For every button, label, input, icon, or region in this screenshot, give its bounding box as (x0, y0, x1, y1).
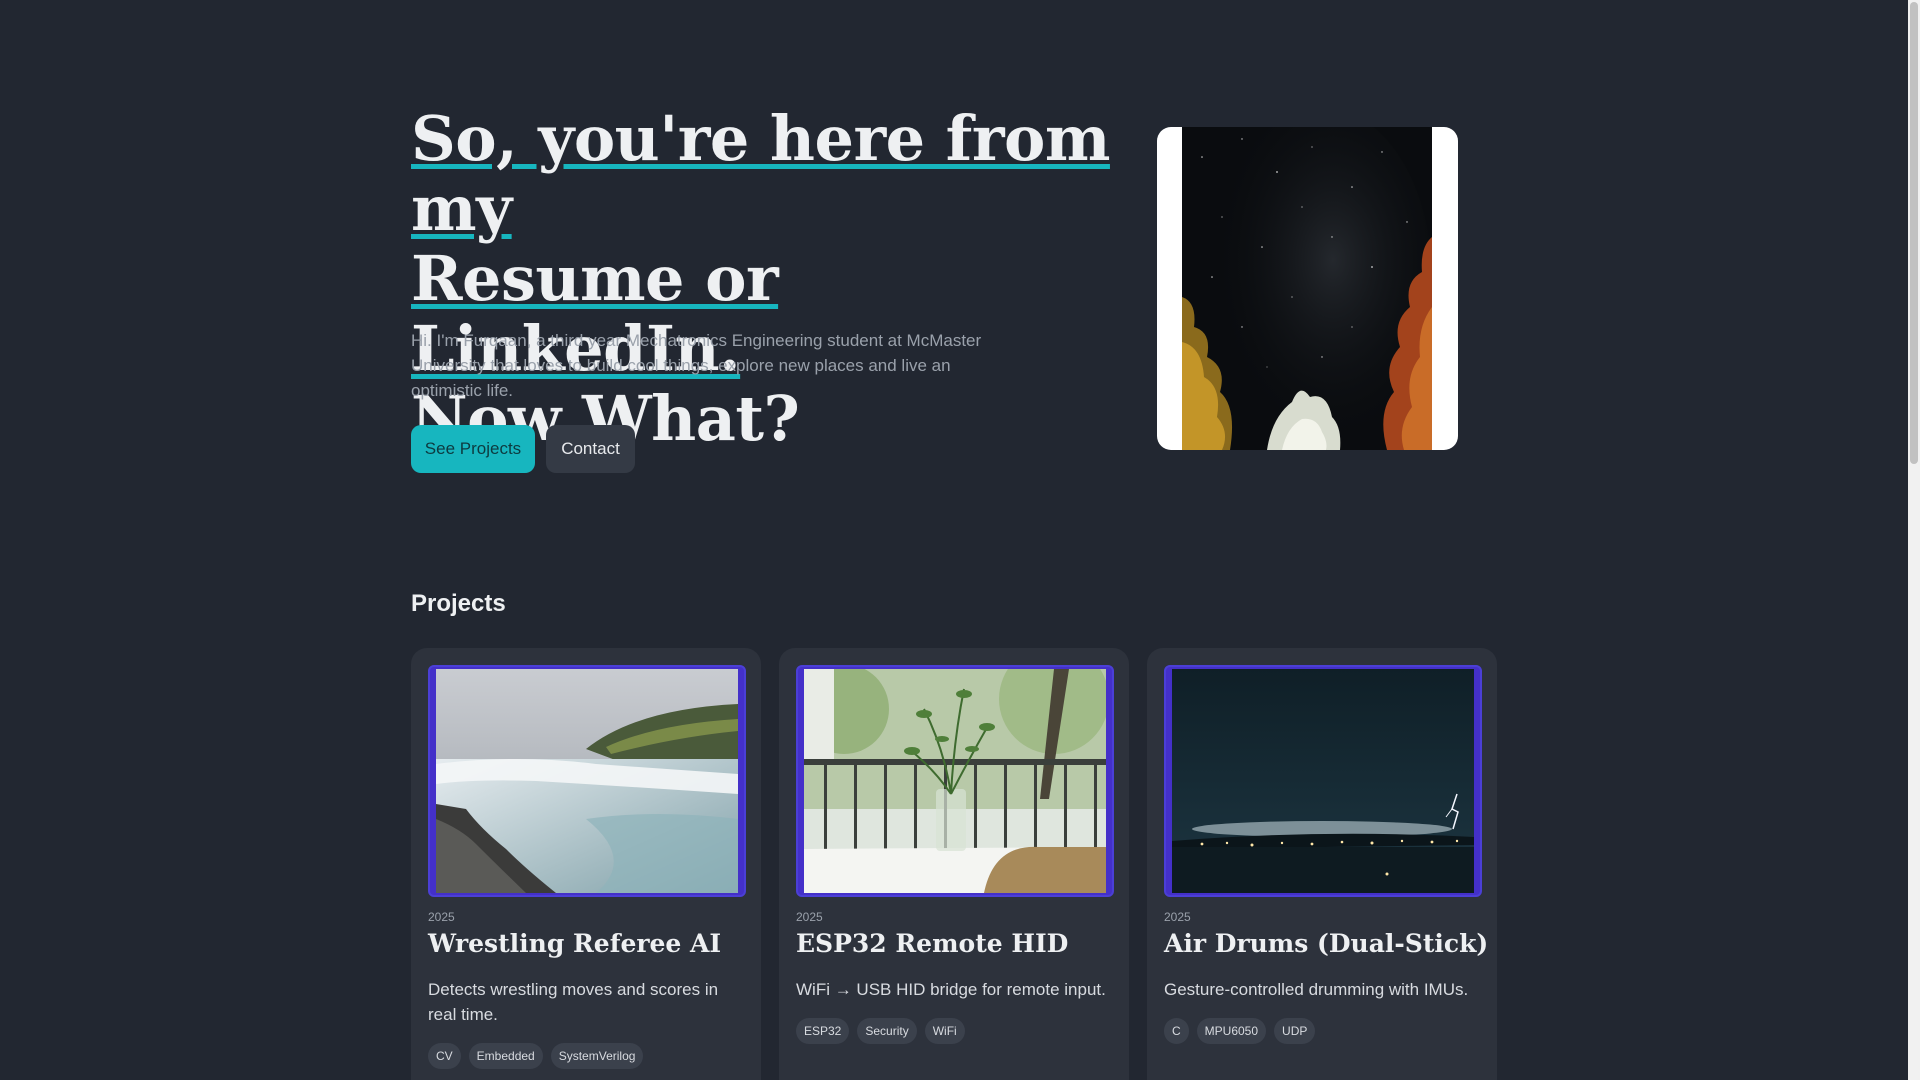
project-tags: ESP32 Security WiFi (796, 1018, 965, 1044)
see-projects-button[interactable]: See Projects (411, 425, 535, 473)
project-image-lightning-night (1172, 669, 1474, 893)
project-card-wrestling-referee-ai[interactable]: 2025 Wrestling Referee AI Detects wrestl… (411, 648, 761, 1080)
project-tags: CV Embedded SystemVerilog (428, 1043, 644, 1069)
hero-heading-line1: So, you're here from my (411, 102, 1110, 245)
page: So, you're here from my Resume or Linked… (0, 0, 1920, 1080)
page-scrollbar[interactable] (1908, 0, 1920, 1080)
tag: C (1164, 1018, 1189, 1044)
balcony-vase-illustration (804, 669, 1106, 893)
hero-photo-night-sky (1182, 127, 1432, 450)
project-image-frame (428, 665, 746, 897)
tag: Embedded (468, 1043, 543, 1069)
tag: SystemVerilog (550, 1043, 644, 1069)
waterfall-illustration (436, 669, 738, 893)
project-image-frame (1164, 665, 1482, 897)
contact-button[interactable]: Contact (546, 425, 635, 473)
project-image-balcony-vase (804, 669, 1106, 893)
project-image-frame (796, 665, 1114, 897)
project-year: 2025 (1164, 910, 1191, 924)
tag: Security (857, 1018, 917, 1044)
project-description: WiFi → USB HID bridge for remote input. (796, 980, 1106, 999)
project-year: 2025 (796, 910, 823, 924)
project-title: Wrestling Referee AI (428, 929, 722, 958)
lightning-night-illustration (1172, 669, 1474, 893)
project-image-waterfall (436, 669, 738, 893)
project-title: ESP32 Remote HID (796, 929, 1069, 958)
scrollbar-thumb[interactable] (1910, 2, 1918, 464)
project-description: Detects wrestling moves and scores in re… (428, 980, 719, 1024)
project-card-air-drums[interactable]: 2025 Air Drums (Dual-Stick) Gesture-cont… (1147, 648, 1497, 1080)
hero-photo-frame (1157, 127, 1458, 450)
tag: MPU6050 (1196, 1018, 1267, 1044)
project-tags: C MPU6050 UDP (1164, 1018, 1316, 1044)
tag: CV (428, 1043, 461, 1069)
tag: ESP32 (796, 1018, 850, 1044)
hero-intro: Hi. I'm Furqaan, a third year Mechatroni… (411, 331, 982, 400)
tag: WiFi (924, 1018, 965, 1044)
project-description: Gesture-controlled drumming with IMUs. (1164, 980, 1469, 999)
projects-section-title: Projects (411, 590, 506, 617)
project-title: Air Drums (Dual-Stick) (1164, 929, 1489, 958)
project-year: 2025 (428, 910, 455, 924)
tag: UDP (1274, 1018, 1316, 1044)
night-sky-illustration (1182, 127, 1432, 450)
project-card-esp32-remote-hid[interactable]: 2025 ESP32 Remote HID WiFi → USB HID bri… (779, 648, 1129, 1080)
